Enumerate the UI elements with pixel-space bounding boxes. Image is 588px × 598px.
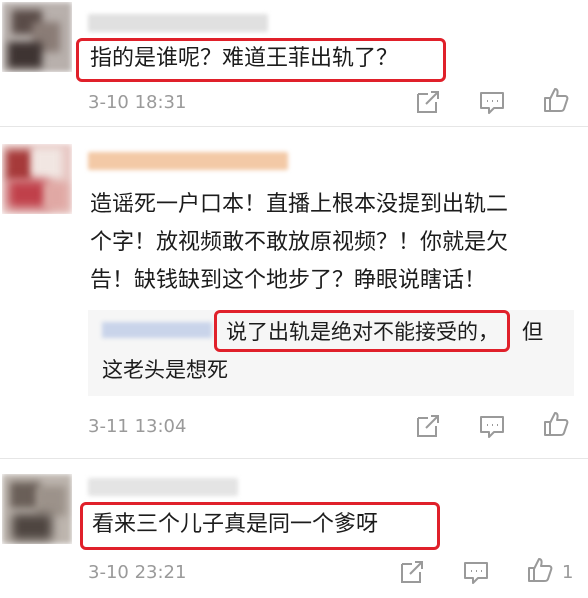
avatar[interactable] (2, 474, 72, 544)
username-blurred[interactable] (88, 478, 238, 496)
like-count: 1 (562, 562, 574, 583)
highlight-box (80, 502, 440, 550)
like-icon[interactable] (526, 556, 554, 584)
share-icon[interactable] (398, 558, 426, 586)
reply-icon[interactable] (462, 558, 490, 586)
comment-time: 3-10 23:21 (88, 562, 187, 583)
comment-item: 看来三个儿子真是同一个爹呀 3-10 23:21 1 (0, 0, 588, 598)
